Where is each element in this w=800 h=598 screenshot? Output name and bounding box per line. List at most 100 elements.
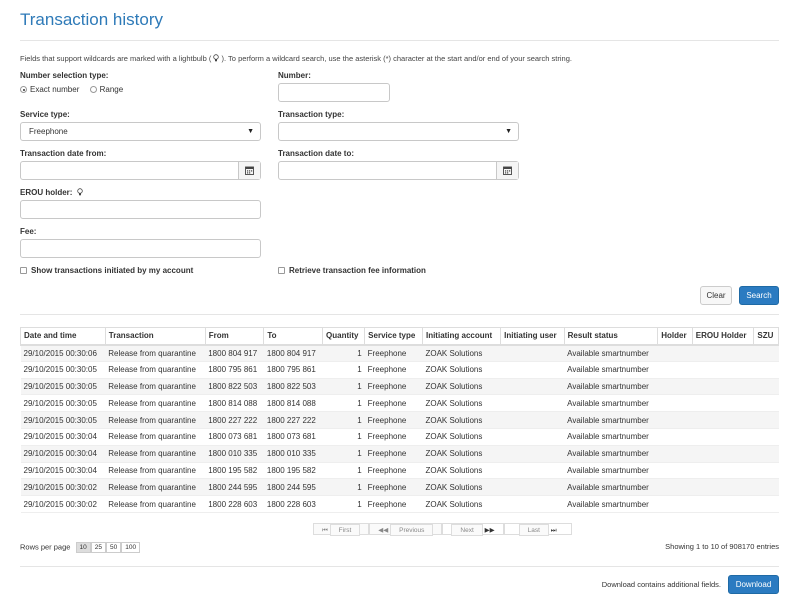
- retrieve-fee-box[interactable]: [278, 267, 285, 274]
- table-row[interactable]: 29/10/2015 00:30:02 Release from quaranti…: [20, 478, 779, 497]
- search-button[interactable]: Search: [739, 286, 779, 305]
- lightbulb-icon: [76, 188, 83, 196]
- retrieve-fee-checkbox[interactable]: Retrieve transaction fee information: [278, 266, 426, 275]
- service-type-select[interactable]: Freephone ▼: [20, 122, 261, 141]
- download-button[interactable]: Download: [728, 575, 779, 594]
- column-header[interactable]: To: [263, 327, 323, 346]
- rows-per-page-option[interactable]: 50: [106, 542, 122, 553]
- table-row[interactable]: 29/10/2015 00:30:04 Release from quaranti…: [20, 428, 779, 446]
- table-cell: 1800 795 861: [205, 361, 264, 379]
- clear-button[interactable]: Clear: [700, 286, 732, 305]
- table-cell: ZOAK Solutions: [422, 361, 501, 379]
- next-page-button[interactable]: Next ▶▶: [442, 523, 504, 536]
- date-from-calendar-button[interactable]: [238, 162, 260, 179]
- table-cell: 1800 804 917: [263, 344, 323, 362]
- column-header[interactable]: EROU Holder: [691, 327, 754, 346]
- table-cell: [692, 428, 754, 446]
- table-row[interactable]: 29/10/2015 00:30:04 Release from quaranti…: [20, 462, 779, 480]
- date-from-input[interactable]: [20, 161, 261, 180]
- table-cell: Available smartnumber: [564, 495, 658, 513]
- column-header[interactable]: From: [204, 327, 264, 346]
- table-cell: 29/10/2015 00:30:05: [20, 361, 106, 379]
- column-header[interactable]: Initiating account: [421, 327, 501, 346]
- date-to-calendar-button[interactable]: [496, 162, 518, 179]
- table-cell: [500, 478, 565, 497]
- table-cell: [500, 361, 565, 379]
- column-header[interactable]: Holder: [657, 327, 693, 346]
- column-header[interactable]: SZU: [753, 327, 779, 346]
- table-cell: [500, 344, 565, 362]
- transaction-type-select[interactable]: ▼: [278, 122, 519, 141]
- show-own-transactions-box[interactable]: [20, 267, 27, 274]
- table-cell: Available smartnumber: [564, 445, 658, 463]
- table-cell: Freephone: [364, 495, 423, 513]
- table-body: 29/10/2015 00:30:06 Release from quaranti…: [20, 344, 779, 513]
- erou-holder-input[interactable]: [20, 200, 261, 219]
- column-header[interactable]: Date and time: [20, 327, 106, 346]
- table-row[interactable]: 29/10/2015 00:30:05 Release from quaranti…: [20, 411, 779, 429]
- transaction-type-label: Transaction type:: [278, 110, 345, 119]
- table-cell: 1: [322, 428, 365, 446]
- show-own-transactions-checkbox[interactable]: Show transactions initiated by my accoun…: [20, 266, 193, 275]
- radio-exact-number-indicator[interactable]: [20, 86, 27, 93]
- table-row[interactable]: 29/10/2015 00:30:02 Release from quaranti…: [20, 495, 779, 513]
- table-cell: 29/10/2015 00:30:02: [20, 495, 106, 513]
- table-cell: [753, 361, 779, 379]
- column-header[interactable]: Initiating user: [500, 327, 565, 346]
- table-cell: [753, 445, 779, 463]
- table-cell: 29/10/2015 00:30:05: [20, 411, 106, 429]
- table-cell: ZOAK Solutions: [422, 411, 501, 429]
- table-cell: Release from quarantine: [105, 478, 206, 497]
- table-cell: [657, 411, 693, 429]
- column-header[interactable]: Result status: [563, 327, 658, 346]
- rows-per-page-option[interactable]: 100: [121, 542, 141, 553]
- radio-range[interactable]: Range: [89, 85, 123, 94]
- table-row[interactable]: 29/10/2015 00:30:04 Release from quaranti…: [20, 445, 779, 463]
- fee-label: Fee:: [20, 227, 37, 236]
- rows-per-page-option[interactable]: 25: [90, 542, 107, 553]
- radio-range-indicator[interactable]: [89, 86, 97, 93]
- table-cell: [753, 495, 779, 513]
- calendar-icon: [503, 166, 512, 175]
- download-note: Download contains additional fields.: [601, 580, 721, 589]
- table-row[interactable]: 29/10/2015 00:30:05 Release from quaranti…: [20, 361, 779, 379]
- table-cell: [753, 411, 779, 429]
- table-cell: [753, 344, 779, 362]
- column-header[interactable]: Quantity: [322, 327, 365, 346]
- table-cell: [500, 394, 565, 413]
- table-cell: [500, 428, 565, 446]
- table-cell: 29/10/2015 00:30:05: [20, 394, 106, 413]
- table-cell: [657, 394, 693, 413]
- fee-input[interactable]: [20, 239, 261, 258]
- table-cell: [657, 462, 693, 480]
- rows-per-page-option[interactable]: 10: [75, 542, 91, 553]
- table-cell: Release from quarantine: [105, 428, 206, 446]
- table-cell: Available smartnumber: [564, 411, 658, 429]
- table-cell: [692, 411, 754, 429]
- table-row[interactable]: 29/10/2015 00:30:05 Release from quaranti…: [20, 394, 779, 413]
- table-cell: [657, 344, 693, 362]
- first-page-button[interactable]: ⏮ First: [313, 523, 370, 536]
- table-cell: [753, 428, 779, 446]
- table-row[interactable]: 29/10/2015 00:30:06 Release from quaranti…: [20, 344, 779, 362]
- column-header[interactable]: Service type: [364, 327, 423, 346]
- column-header[interactable]: Transaction: [104, 327, 206, 346]
- date-from-label: Transaction date from:: [20, 149, 107, 158]
- table-cell: Freephone: [364, 478, 423, 497]
- title-divider: [20, 40, 779, 41]
- table-cell: ZOAK Solutions: [422, 378, 501, 396]
- table-cell: [657, 495, 693, 513]
- table-row[interactable]: 29/10/2015 00:30:05 Release from quaranti…: [20, 378, 779, 396]
- date-to-input[interactable]: [278, 161, 519, 180]
- service-type-label: Service type:: [20, 110, 70, 119]
- table-cell: Available smartnumber: [564, 344, 658, 362]
- number-selection-type-radios: Exact number Range: [20, 85, 123, 94]
- table-cell: ZOAK Solutions: [422, 445, 501, 463]
- table-cell: ZOAK Solutions: [422, 428, 501, 446]
- last-page-button[interactable]: Last ⏭: [503, 523, 572, 536]
- table-cell: [753, 478, 779, 497]
- table-cell: 1: [322, 462, 365, 480]
- radio-exact-number[interactable]: Exact number: [20, 85, 79, 94]
- number-input[interactable]: [278, 83, 390, 102]
- previous-page-button[interactable]: ◀◀ Previous: [369, 523, 443, 536]
